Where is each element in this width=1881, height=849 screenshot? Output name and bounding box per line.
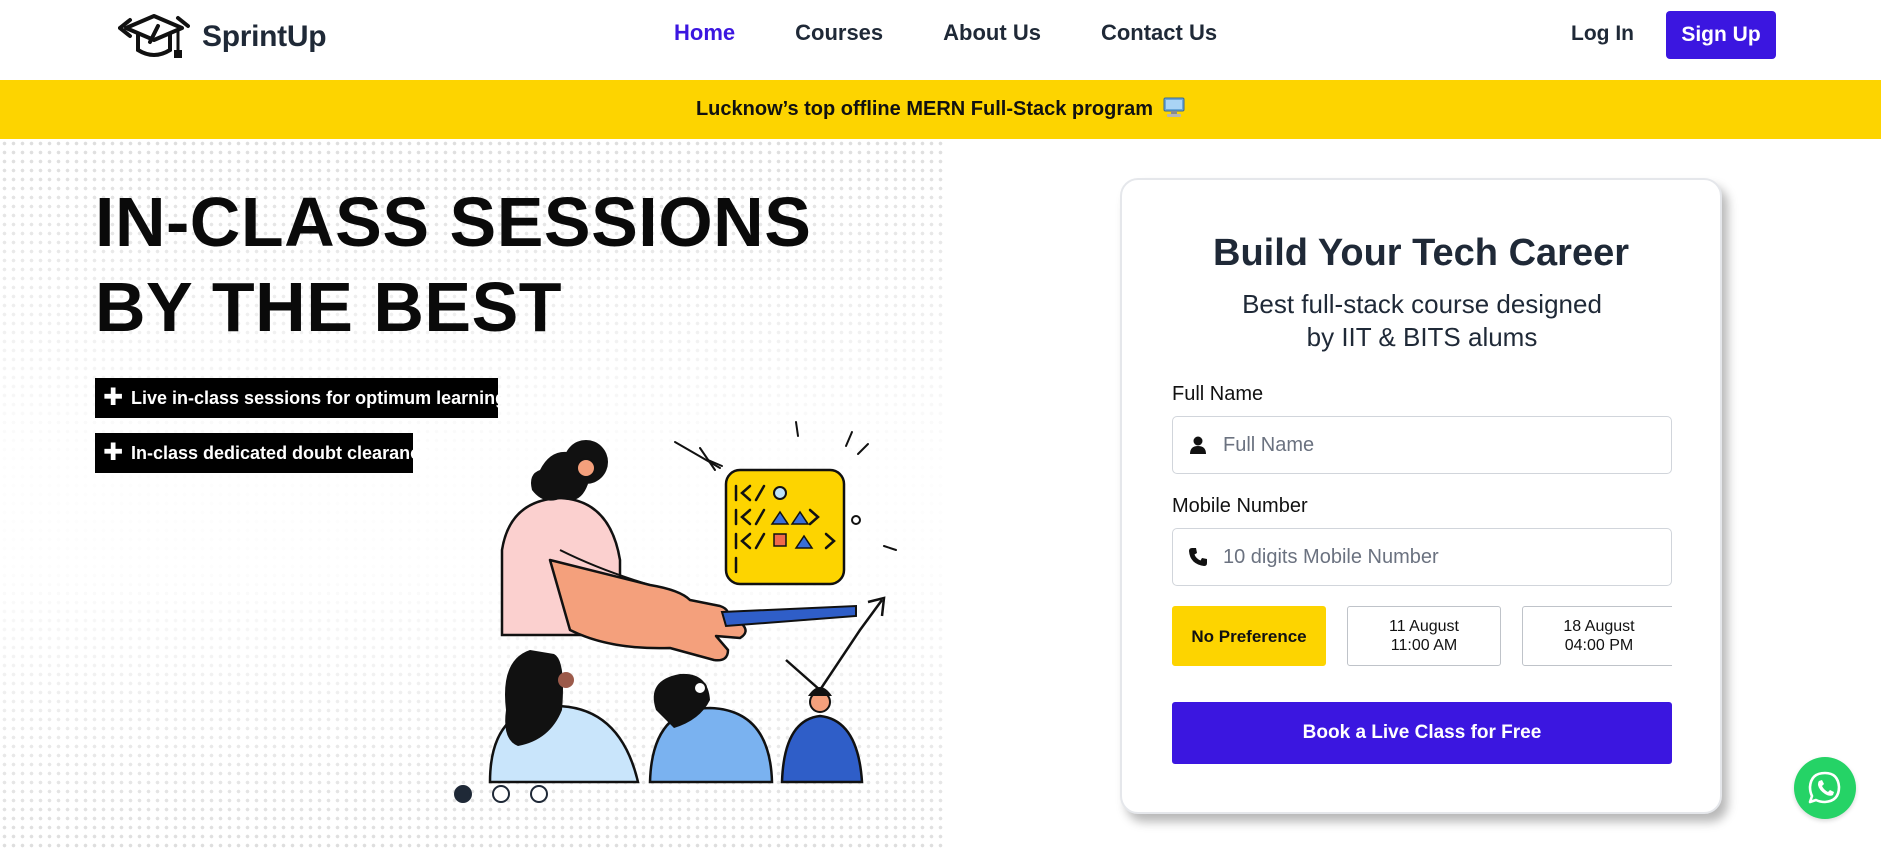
- hero-title-line-2: BY THE BEST: [95, 268, 563, 346]
- plus-icon: ✚: [103, 439, 124, 466]
- nav-home[interactable]: Home: [674, 20, 735, 46]
- signup-form-card: Build Your Tech Career Best full-stack c…: [1120, 178, 1722, 814]
- phone-icon: [1173, 547, 1223, 567]
- main-nav: Home Courses About Us Contact Us: [674, 20, 1217, 46]
- site-header: SprintUp Home Courses About Us Contact U…: [0, 0, 1881, 80]
- computer-icon: [1163, 96, 1185, 123]
- carousel-indicators: [454, 785, 548, 803]
- feature-tag: ✚ In-class dedicated doubt clearance: [95, 433, 430, 473]
- form-title: Build Your Tech Career: [1213, 232, 1629, 274]
- graduation-code-icon: [118, 14, 190, 58]
- feature-tag: ✚ Live in-class sessions for optimum lea…: [95, 378, 506, 418]
- brand-logo[interactable]: SprintUp: [118, 12, 327, 62]
- brand-name: SprintUp: [202, 20, 327, 53]
- promo-banner: Lucknow’s top offline MERN Full-Stack pr…: [0, 80, 1881, 139]
- whatsapp-icon: [1808, 771, 1841, 804]
- book-free-class-button[interactable]: Book a Live Class for Free: [1172, 702, 1672, 764]
- slot-no-preference[interactable]: No Preference: [1172, 606, 1326, 666]
- signup-button[interactable]: Sign Up: [1666, 11, 1776, 59]
- form-subtitle-line-2: by IIT & BITS alums: [1306, 322, 1538, 352]
- slot-label: No Preference: [1191, 626, 1307, 646]
- hero-title-line-1: IN-CLASS SESSIONS: [95, 183, 812, 261]
- login-link[interactable]: Log In: [1571, 22, 1634, 46]
- carousel-dot-2[interactable]: [492, 785, 510, 803]
- mobile-number-label: Mobile Number: [1172, 495, 1308, 517]
- feature-tag-label: In-class dedicated doubt clearance: [131, 442, 431, 463]
- carousel-dot-3[interactable]: [530, 785, 548, 803]
- full-name-input[interactable]: [1223, 433, 1643, 457]
- banner-text: Lucknow’s top offline MERN Full-Stack pr…: [695, 98, 1154, 120]
- user-icon: [1173, 435, 1223, 455]
- plus-icon: ✚: [103, 384, 124, 411]
- time-slot-selector: No Preference 11 August 11:00 AM 18 Augu…: [1172, 606, 1672, 666]
- slot-time: 11:00 AM: [1390, 637, 1458, 654]
- mobile-number-field[interactable]: [1172, 528, 1672, 586]
- whatsapp-button[interactable]: [1794, 757, 1856, 819]
- mobile-number-input[interactable]: [1223, 545, 1643, 569]
- feature-tag-label: Live in-class sessions for optimum learn…: [131, 387, 507, 408]
- nav-contact-us[interactable]: Contact Us: [1101, 20, 1217, 46]
- form-subtitle-line-1: Best full-stack course designed: [1242, 289, 1602, 319]
- slot-time: 04:00 PM: [1564, 637, 1634, 654]
- slot-date: 11 August: [1389, 618, 1459, 635]
- slot-18-august[interactable]: 18 August 04:00 PM: [1522, 606, 1672, 666]
- full-name-label: Full Name: [1172, 383, 1264, 405]
- full-name-field[interactable]: [1172, 416, 1672, 474]
- slot-date: 18 August: [1563, 618, 1635, 635]
- hero-title: IN-CLASS SESSIONS BY THE BEST: [95, 180, 811, 350]
- nav-about-us[interactable]: About Us: [943, 20, 1041, 46]
- classroom-teacher-illustration: [470, 410, 910, 795]
- form-subtitle: Best full-stack course designed by IIT &…: [1222, 288, 1622, 354]
- nav-courses[interactable]: Courses: [795, 20, 883, 46]
- slot-11-august[interactable]: 11 August 11:00 AM: [1347, 606, 1501, 666]
- carousel-dot-1[interactable]: [454, 785, 472, 803]
